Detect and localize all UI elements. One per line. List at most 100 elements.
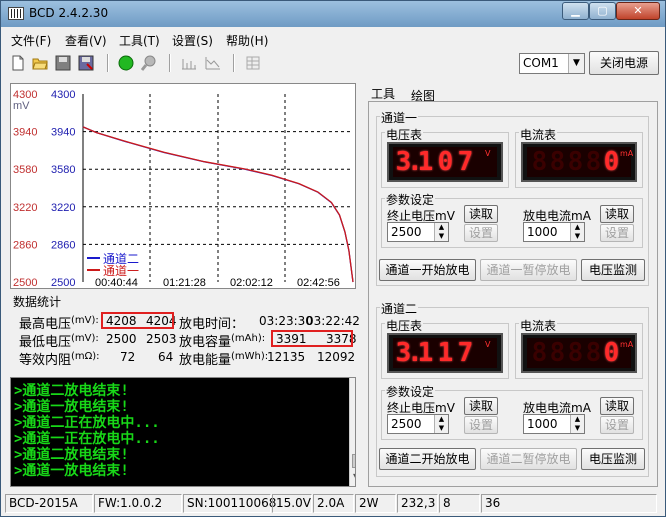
min-voltage-unit: (mV):	[71, 333, 99, 344]
min-voltage-ch1: 2500	[106, 332, 137, 346]
y-tick-label-right: 4300	[51, 89, 75, 101]
digit: 7	[457, 338, 474, 368]
digit: 8	[585, 338, 602, 368]
bar-chart-icon[interactable]	[181, 55, 197, 71]
digit: 0	[437, 147, 454, 177]
ch1-voltage-unit: V	[485, 149, 491, 158]
ch2-pause-button[interactable]: 通道二暂停放电	[480, 448, 577, 470]
chevron-down-icon[interactable]: ▼	[568, 54, 584, 73]
digit: 1	[417, 147, 434, 177]
min-voltage-ch2: 2503	[146, 332, 177, 346]
ch1-ammeter-label: 电流表	[519, 126, 558, 143]
search-icon[interactable]	[141, 55, 157, 71]
ch2-current-value: 1000	[527, 417, 558, 431]
y-tick-label-left: 3220	[13, 202, 37, 214]
status-firmware: FW:1.0.0.2	[94, 494, 182, 513]
console-scrollbar[interactable]: ▼	[349, 378, 355, 486]
save-as-icon[interactable]	[78, 55, 94, 71]
ch1-monitor-button[interactable]: 电压监测	[581, 259, 645, 281]
ch2-ammeter-label: 电流表	[519, 317, 558, 334]
x-tick-label: 02:42:56	[297, 277, 340, 288]
stepper-icon[interactable]: ▲ ▼	[434, 415, 448, 433]
ch1-current-input[interactable]: 1000 ▲ ▼	[523, 222, 585, 242]
title-bar[interactable]: BCD 2.4.2.30 ▁ ▢ ✕	[1, 1, 665, 27]
ch2-current-read-button[interactable]: 读取	[600, 397, 634, 415]
save-icon[interactable]	[55, 55, 71, 71]
app-window: BCD 2.4.2.30 ▁ ▢ ✕ 文件(F) 查看(V) 工具(T) 设置(…	[0, 0, 666, 517]
energy-ch1: 12135	[267, 350, 306, 364]
stepper-icon[interactable]: ▲ ▼	[570, 223, 584, 241]
digit: 8	[549, 338, 566, 368]
stepper-icon[interactable]: ▲ ▼	[434, 223, 448, 241]
window-title: BCD 2.4.2.30	[29, 6, 109, 20]
digit: 0	[603, 338, 620, 368]
ch1-stop-voltage-value: 2500	[391, 225, 422, 239]
ch2-current-set-button[interactable]: 设置	[600, 416, 634, 434]
tab-tools[interactable]: 工具	[371, 85, 395, 102]
y-tick-label-right: 3580	[51, 164, 75, 176]
new-file-icon[interactable]	[10, 55, 26, 71]
status-power: 2W	[355, 494, 396, 513]
line-chart-icon[interactable]	[205, 55, 221, 71]
capacity-label: 放电容量	[179, 335, 232, 350]
resistance-label: 等效内阻	[19, 353, 72, 368]
status-field-7: 232,3	[397, 494, 438, 513]
stats-title: 数据统计	[13, 295, 62, 309]
max-voltage-label: 最高电压	[19, 317, 72, 332]
menu-tools[interactable]: 工具(T)	[119, 32, 160, 49]
ch1-current-value: 1000	[527, 225, 558, 239]
ch2-current-input[interactable]: 1000 ▲ ▼	[523, 414, 585, 434]
ch2-stop-voltage-value: 2500	[391, 417, 422, 431]
status-model: BCD-2015A	[5, 494, 93, 513]
ch1-pause-button[interactable]: 通道一暂停放电	[480, 259, 577, 281]
com-port-select[interactable]: COM1 ▼	[519, 53, 585, 74]
menu-settings[interactable]: 设置(S)	[172, 32, 213, 49]
max-voltage-highlight	[101, 312, 174, 329]
legend-label: 通道一	[103, 264, 139, 278]
digit: 8	[567, 338, 584, 368]
connect-status-icon[interactable]	[118, 55, 134, 71]
ch1-current-set-button[interactable]: 设置	[600, 224, 634, 242]
status-bar: BCD-2015A FW:1.0.0.2 SN:100110068 15.0V …	[1, 491, 665, 516]
ch2-stop-voltage-read-button[interactable]: 读取	[464, 397, 498, 415]
digit: 8	[567, 147, 584, 177]
ch1-stop-voltage-read-button[interactable]: 读取	[464, 205, 498, 223]
ch2-start-button[interactable]: 通道二开始放电	[379, 448, 476, 470]
resistance-ch1: 72	[120, 350, 136, 364]
ch2-stop-voltage-input[interactable]: 2500 ▲ ▼	[387, 414, 449, 434]
capacity-unit: (mAh):	[231, 333, 266, 344]
menu-view[interactable]: 查看(V)	[65, 32, 107, 49]
ch1-start-button[interactable]: 通道一开始放电	[379, 259, 476, 281]
digit: 1	[437, 338, 454, 368]
discharge-time-label: 放电时间：	[179, 317, 245, 332]
channel2-title: 通道二	[380, 300, 419, 317]
ch2-monitor-button[interactable]: 电压监测	[581, 448, 645, 470]
y-tick-label-right: 3940	[51, 127, 75, 139]
status-voltage: 15.0V	[272, 494, 312, 513]
control-panel: 通道一 电压表 3 . 1 0 7 V 电流表 8 8 8 8 0 mA 参数设…	[368, 101, 658, 487]
table-icon[interactable]	[245, 55, 261, 71]
ch1-voltmeter-label: 电压表	[385, 126, 424, 143]
menu-file[interactable]: 文件(F)	[11, 32, 51, 49]
scroll-down-icon[interactable]: ▼	[353, 472, 355, 481]
menu-help[interactable]: 帮助(H)	[226, 32, 268, 49]
scroll-thumb[interactable]	[352, 454, 355, 468]
ch1-params-label: 参数设定	[385, 191, 436, 208]
log-console[interactable]: >通道二放电结束! >通道一放电结束! >通道二正在放电中... >通道一正在放…	[10, 377, 356, 487]
ch1-stop-voltage-input[interactable]: 2500 ▲ ▼	[387, 222, 449, 242]
ch2-stop-voltage-set-button[interactable]: 设置	[464, 416, 498, 434]
digit: 7	[457, 147, 474, 177]
stepper-icon[interactable]: ▲ ▼	[570, 415, 584, 433]
open-folder-icon[interactable]	[32, 55, 48, 71]
digit: 8	[585, 147, 602, 177]
discharge-time-ch2: 03:22:42	[306, 314, 360, 328]
x-tick-label: 00:40:44	[95, 277, 138, 288]
ch1-current-read-button[interactable]: 读取	[600, 205, 634, 223]
maximize-button[interactable]: ▢	[589, 2, 616, 20]
ch1-stop-voltage-set-button[interactable]: 设置	[464, 224, 498, 242]
ch2-params-label: 参数设定	[385, 383, 436, 400]
close-button[interactable]: ✕	[616, 2, 660, 20]
power-off-button[interactable]: 关闭电源	[589, 51, 659, 75]
energy-unit: (mWh):	[231, 351, 269, 362]
minimize-button[interactable]: ▁	[562, 2, 589, 20]
